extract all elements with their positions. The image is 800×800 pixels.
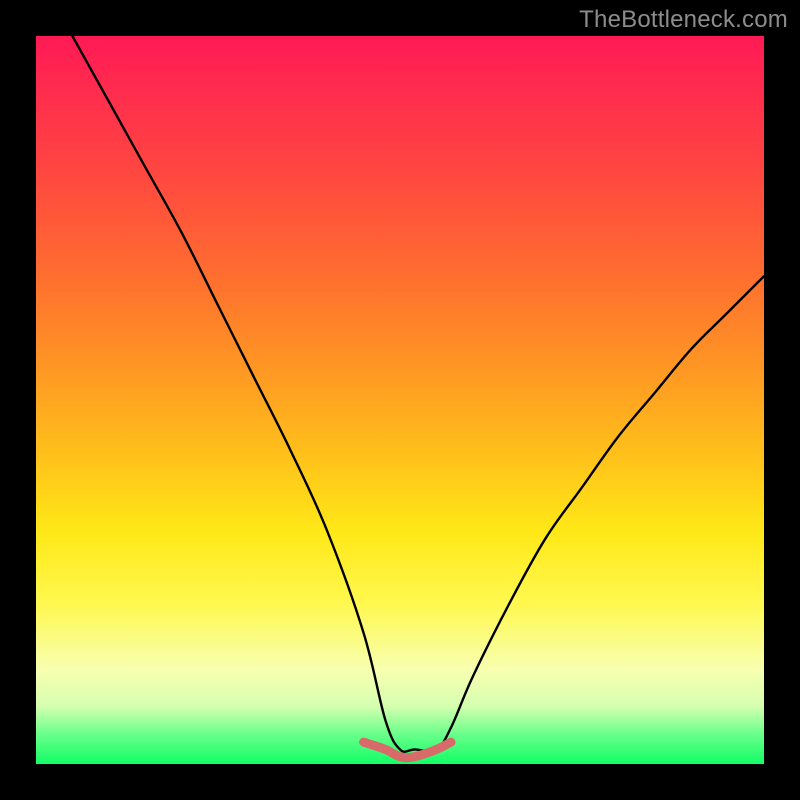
curve-svg [36, 36, 764, 764]
plot-area [36, 36, 764, 764]
chart-frame: TheBottleneck.com [0, 0, 800, 800]
bottleneck-curve-path [72, 36, 764, 752]
bottom-band-path [364, 742, 451, 758]
watermark-text: TheBottleneck.com [579, 6, 788, 34]
